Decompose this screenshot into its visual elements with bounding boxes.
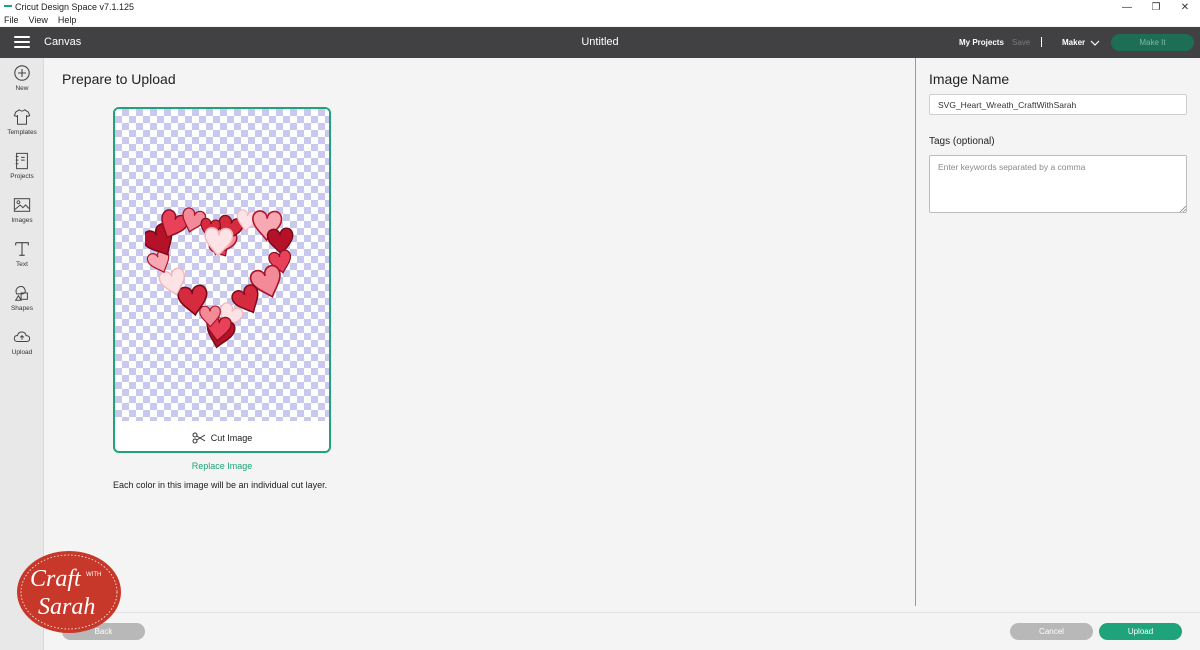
menu-help[interactable]: Help — [58, 15, 77, 25]
replace-image-link[interactable]: Replace Image — [113, 461, 331, 471]
close-icon[interactable]: ✕ — [1170, 0, 1200, 14]
plus-circle-icon — [14, 65, 30, 81]
logo-word-with: WITH — [86, 572, 101, 578]
sidebar-item-label: Upload — [11, 349, 33, 356]
sidebar-item-new[interactable]: New — [0, 64, 44, 104]
my-projects-link[interactable]: My Projects — [959, 38, 1004, 47]
header-separator — [1041, 37, 1042, 47]
save-button[interactable]: Save — [1012, 38, 1030, 47]
image-preview-card[interactable]: Cut Image — [113, 107, 331, 453]
resize-grip-icon[interactable] — [1180, 206, 1186, 212]
image-name-input[interactable]: SVG_Heart_Wreath_CraftWithSarah — [929, 94, 1187, 115]
menu-view[interactable]: View — [29, 15, 48, 25]
notebook-icon — [15, 152, 28, 170]
machine-selector[interactable]: Maker — [1062, 38, 1085, 47]
sidebar-item-label: Text — [16, 261, 28, 268]
app-icon — [4, 5, 12, 7]
tags-label: Tags (optional) — [929, 136, 995, 147]
craft-with-sarah-logo: Craft WITH Sarah — [17, 551, 121, 633]
tshirt-icon — [13, 109, 31, 125]
cut-layer-info: Each color in this image will be an indi… — [113, 480, 328, 490]
upload-button[interactable]: Upload — [1099, 623, 1182, 640]
tags-input[interactable] — [929, 155, 1187, 213]
minimize-icon[interactable]: — — [1112, 0, 1142, 14]
page-title: Prepare to Upload — [62, 71, 176, 87]
sidebar-item-projects[interactable]: Projects — [0, 152, 44, 192]
cut-image-label: Cut Image — [210, 433, 253, 443]
sidebar-item-templates[interactable]: Templates — [0, 108, 44, 148]
shapes-icon — [14, 286, 28, 301]
logo-word-sarah: Sarah — [38, 594, 95, 620]
app-header: Canvas Untitled My Projects Save Maker M… — [0, 27, 1200, 58]
sidebar-item-label: Projects — [10, 173, 34, 180]
scissors-icon — [192, 432, 205, 444]
restore-icon[interactable]: ❐ — [1141, 0, 1171, 14]
chevron-down-icon[interactable] — [1090, 38, 1100, 48]
window-title-bar: Cricut Design Space v7.1.125 — ❐ ✕ — [0, 0, 1200, 14]
wreath-heart — [266, 227, 294, 256]
window-title: Cricut Design Space v7.1.125 — [15, 2, 135, 12]
text-icon — [15, 242, 29, 256]
menu-bar: File View Help — [0, 14, 1200, 26]
menu-file[interactable]: File — [4, 15, 19, 25]
logo-word-craft: Craft — [30, 566, 82, 592]
sidebar-item-text[interactable]: Text — [0, 240, 44, 280]
sidebar-item-upload[interactable]: Upload — [0, 328, 44, 368]
image-name-heading: Image Name — [929, 71, 1010, 87]
sidebar-item-images[interactable]: Images — [0, 196, 44, 236]
sidebar-item-label: New — [15, 85, 29, 92]
cancel-button[interactable]: Cancel — [1010, 623, 1093, 640]
cloud-upload-icon — [13, 331, 31, 342]
cut-image-option[interactable]: Cut Image — [115, 427, 329, 449]
panel-divider — [915, 58, 916, 606]
sidebar-item-label: Templates — [7, 129, 37, 136]
sidebar-item-shapes[interactable]: Shapes — [0, 284, 44, 324]
make-it-button[interactable]: Make It — [1111, 34, 1194, 51]
image-icon — [13, 198, 31, 212]
wreath-heart — [204, 227, 234, 258]
sidebar-item-label: Shapes — [10, 305, 34, 312]
heart-wreath-image — [145, 207, 294, 349]
sidebar-item-label: Images — [11, 217, 33, 224]
